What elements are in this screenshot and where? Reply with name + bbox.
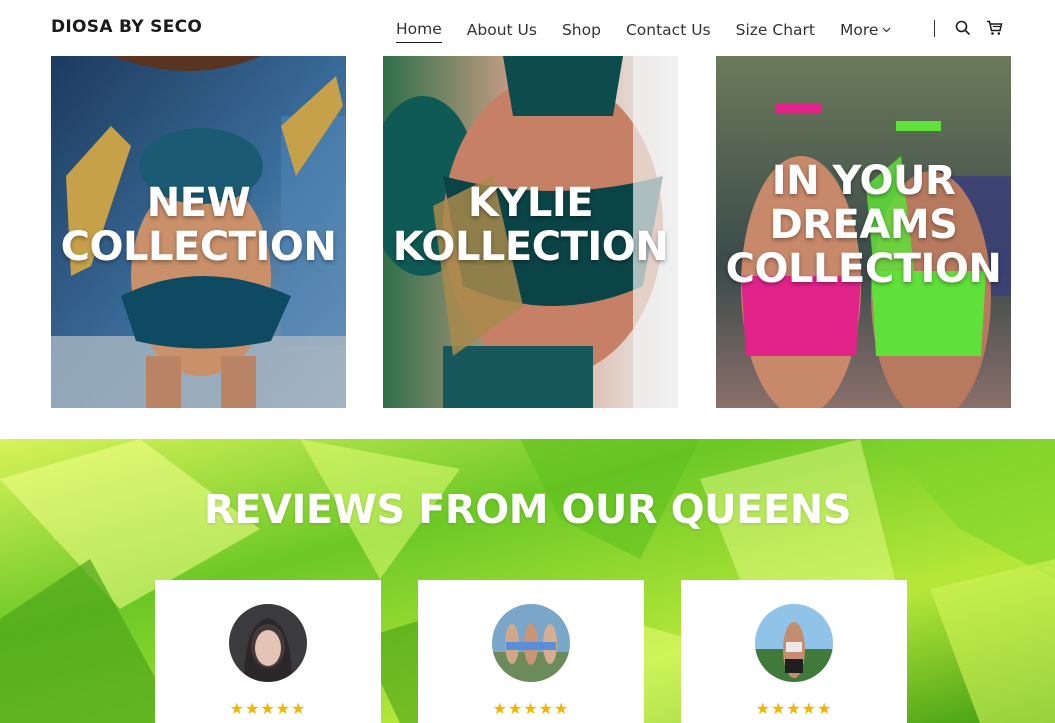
review-card: ★★★★★ — [155, 580, 381, 723]
avatar — [492, 604, 570, 682]
nav-home[interactable]: Home — [396, 20, 442, 43]
collection-title-line: NEW — [146, 180, 251, 226]
collection-title-line: KOLLECTION — [392, 224, 669, 270]
nav-more[interactable]: More — [840, 21, 891, 43]
collection-title-line: COLLECTION — [60, 224, 337, 270]
nav-about-us[interactable]: About Us — [467, 21, 537, 43]
main-nav: Home About Us Shop Contact Us Size Chart… — [396, 20, 916, 43]
rating-stars: ★★★★★ — [492, 701, 570, 718]
collection-tile-new[interactable]: NEW COLLECTION — [51, 56, 346, 408]
collection-title-line: IN YOUR — [771, 158, 956, 204]
chevron-down-icon — [882, 27, 891, 32]
rating-stars: ★★★★★ — [229, 701, 307, 718]
nav-divider — [934, 20, 935, 37]
collection-title: IN YOUR DREAMS COLLECTION — [716, 159, 1011, 291]
collection-title-line: KYLIE — [467, 180, 594, 226]
site-header: DIOSA BY SECO Home About Us Shop Contact… — [0, 0, 1055, 56]
review-card: ★★★★★ — [681, 580, 907, 723]
review-card: ★★★★★ — [418, 580, 644, 723]
avatar — [229, 604, 307, 682]
reviews-section: REVIEWS FROM OUR QUEENS ★★★★★ ★★★★★ ★★★★… — [0, 439, 1055, 723]
search-icon[interactable] — [954, 19, 972, 37]
brand-logo[interactable]: DIOSA BY SECO — [51, 17, 202, 37]
nav-shop[interactable]: Shop — [562, 21, 601, 43]
reviews-title: REVIEWS FROM OUR QUEENS — [203, 487, 852, 533]
collection-tile-in-your-dreams[interactable]: IN YOUR DREAMS COLLECTION — [716, 56, 1011, 408]
collection-tile-kylie[interactable]: KYLIE KOLLECTION — [383, 56, 678, 408]
nav-size-chart[interactable]: Size Chart — [736, 21, 815, 43]
collection-title-line: DREAMS — [769, 202, 958, 248]
collection-title: NEW COLLECTION — [51, 181, 346, 269]
cart-icon[interactable] — [985, 19, 1003, 37]
collection-title: KYLIE KOLLECTION — [383, 181, 678, 269]
rating-stars: ★★★★★ — [755, 701, 833, 718]
avatar — [755, 604, 833, 682]
nav-more-label: More — [839, 20, 879, 39]
nav-contact-us[interactable]: Contact Us — [626, 21, 711, 43]
collection-title-line: COLLECTION — [725, 246, 1002, 292]
